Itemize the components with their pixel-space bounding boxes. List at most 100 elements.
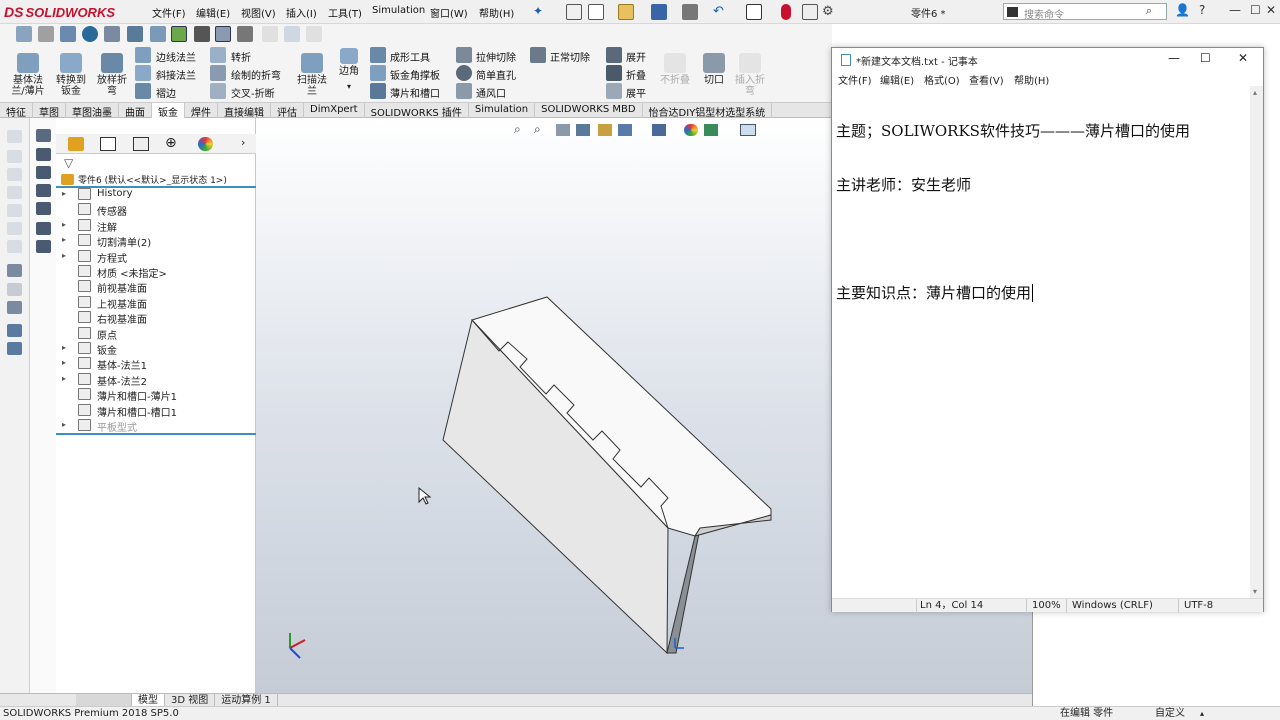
sketch-tool-icon[interactable] xyxy=(16,26,32,42)
user-icon[interactable]: 👤 xyxy=(1175,3,1190,17)
tool-icon-2[interactable] xyxy=(7,150,22,163)
tree-item[interactable]: ▸ 注解 xyxy=(56,218,256,234)
measure-icon[interactable] xyxy=(237,26,253,42)
menu-file[interactable]: 文件(F) xyxy=(152,5,186,20)
tree-item[interactable]: 传感器 xyxy=(56,202,256,218)
menu-edit[interactable]: 编辑(E) xyxy=(196,5,230,20)
close-button[interactable]: ✕ xyxy=(1266,3,1276,17)
tab-weldments[interactable]: 焊件 xyxy=(185,103,218,119)
tree-item[interactable]: 薄片和槽口-薄片1 xyxy=(56,387,256,403)
undo-icon[interactable]: ↶ xyxy=(713,4,729,20)
traffic-light-icon[interactable] xyxy=(781,4,791,20)
np-menu-format[interactable]: 格式(O) xyxy=(924,72,960,87)
expand-arrow-icon[interactable]: ▸ xyxy=(62,220,66,229)
tool2-icon-3[interactable] xyxy=(36,166,51,179)
tab-sketch-ink[interactable]: 草图油墨 xyxy=(66,103,119,119)
tab-surfaces[interactable]: 曲面 xyxy=(119,103,152,119)
tool2-icon-5[interactable] xyxy=(36,202,51,215)
tab-yihe-plugin[interactable]: 怡合达DIY铝型材选型系统 xyxy=(643,103,773,119)
tool-icon-9[interactable] xyxy=(7,283,22,296)
tab-addins[interactable]: SOLIDWORKS 插件 xyxy=(365,103,469,119)
np-menu-view[interactable]: 查看(V) xyxy=(969,72,1004,87)
notepad-maximize-button[interactable]: ☐ xyxy=(1200,51,1211,65)
sheet-metal-active-icon[interactable] xyxy=(171,26,187,42)
expand-arrow-icon[interactable]: ▸ xyxy=(62,420,66,429)
tool-icon-4[interactable] xyxy=(7,186,22,199)
tab-features[interactable]: 特征 xyxy=(0,103,33,119)
file-properties-icon[interactable] xyxy=(802,4,818,20)
property-manager-icon[interactable] xyxy=(100,137,116,151)
status-chevron-icon[interactable]: ▴ xyxy=(1200,707,1204,720)
tree-item[interactable]: 原点 xyxy=(56,326,256,342)
view-icon[interactable] xyxy=(150,26,166,42)
expand-arrow-icon[interactable]: ▸ xyxy=(62,235,66,244)
config-manager-icon[interactable] xyxy=(133,137,149,151)
pin-icon[interactable]: ✦ xyxy=(533,4,543,18)
tree-item[interactable]: 材质 <未指定> xyxy=(56,264,256,280)
expand-arrow-icon[interactable]: ▸ xyxy=(62,189,66,198)
lofted-bend-button[interactable]: 放样折 弯 xyxy=(92,53,132,97)
tab-sketch[interactable]: 草图 xyxy=(33,103,66,119)
notepad-scrollbar[interactable]: ▴ ▾ xyxy=(1250,86,1263,598)
tool2-icon-6[interactable] xyxy=(36,222,51,235)
expand-arrow-icon[interactable]: ▸ xyxy=(62,251,66,260)
tree-item[interactable]: ▸ 基体-法兰1 xyxy=(56,356,256,372)
expand-arrow-icon[interactable]: ▸ xyxy=(62,374,66,383)
tool-icon-1[interactable] xyxy=(7,130,22,143)
feature-tree-icon[interactable] xyxy=(68,137,84,151)
corners-dropdown-icon[interactable]: ▾ xyxy=(336,81,362,92)
tree-item[interactable]: 前视基准面 xyxy=(56,279,256,295)
feature-icon[interactable] xyxy=(104,26,120,42)
tab-dimxpert[interactable]: DimXpert xyxy=(304,103,365,118)
tool-icon-7[interactable] xyxy=(7,240,22,253)
tree-item[interactable]: ▸ 切割清单(2) xyxy=(56,233,256,249)
menu-help[interactable]: 帮助(H) xyxy=(479,5,514,20)
scroll-down-icon[interactable]: ▾ xyxy=(1253,587,1257,596)
home-icon[interactable] xyxy=(566,4,582,20)
solidworks-logo[interactable]: DS SOLIDWORKS xyxy=(4,3,115,21)
status-units-dropdown[interactable]: 自定义 xyxy=(1155,707,1185,720)
tree-item[interactable]: 上视基准面 xyxy=(56,295,256,311)
convert-to-sheet-metal-button[interactable]: 转换到 钣金 xyxy=(51,53,91,97)
tool-icon-6[interactable] xyxy=(7,222,22,235)
notepad-window[interactable]: *新建文本文档.txt - 记事本 — ☐ ✕ 文件(F) 编辑(E) 格式(O… xyxy=(831,47,1264,613)
menu-view[interactable]: 视图(V) xyxy=(241,5,276,20)
expand-arrow-icon[interactable]: ▸ xyxy=(62,343,66,352)
pin-tool-icon[interactable] xyxy=(194,26,210,42)
search-commands-input[interactable]: 搜索命令 ⌕ xyxy=(1003,3,1167,21)
tree-root[interactable]: 零件6 (默认<<默认>_显示状态 1>) xyxy=(56,171,256,188)
tool2-icon-2[interactable] xyxy=(36,148,51,161)
tab-mbd[interactable]: SOLIDWORKS MBD xyxy=(535,103,643,118)
tree-item[interactable]: ▸ 方程式 xyxy=(56,249,256,265)
base-flange-button[interactable]: 基体法 兰/薄片 xyxy=(6,53,50,97)
menu-tools[interactable]: 工具(T) xyxy=(328,5,362,20)
select-pointer-icon[interactable] xyxy=(746,4,762,20)
rebuild-icon[interactable] xyxy=(284,26,300,42)
tool-icon-3[interactable] xyxy=(7,168,22,181)
tool2-icon-4[interactable] xyxy=(36,184,51,197)
link-icon[interactable] xyxy=(127,26,143,42)
tab-sheet-metal[interactable]: 钣金 xyxy=(152,103,185,119)
tab-simulation[interactable]: Simulation xyxy=(469,103,536,118)
notepad-minimize-button[interactable]: — xyxy=(1168,51,1180,65)
tree-item[interactable]: ▸ 基体-法兰2 xyxy=(56,372,256,388)
tool2-icon-7[interactable] xyxy=(36,240,51,253)
swept-flange-button[interactable]: 扫描法 兰 xyxy=(294,53,330,97)
menu-window[interactable]: 窗口(W) xyxy=(430,5,468,20)
np-menu-help[interactable]: 帮助(H) xyxy=(1014,72,1049,87)
notepad-title-bar[interactable]: *新建文本文档.txt - 记事本 — ☐ ✕ xyxy=(832,48,1263,70)
notepad-text-area[interactable]: 主题；SOLIWORKS软件技巧———薄片槽口的使用 主讲老师：安生老师 主要知… xyxy=(836,86,1248,596)
np-menu-file[interactable]: 文件(F) xyxy=(838,72,872,87)
grid-icon[interactable] xyxy=(60,26,76,42)
help-button[interactable]: ? xyxy=(1199,3,1205,17)
save-icon[interactable] xyxy=(651,4,667,20)
tree-item[interactable]: 薄片和槽口-槽口1 xyxy=(56,403,256,419)
scroll-up-icon[interactable]: ▴ xyxy=(1253,88,1257,97)
tool-icon-10[interactable] xyxy=(7,301,22,314)
tool-icon-8[interactable] xyxy=(7,264,22,277)
display-manager-icon[interactable] xyxy=(198,137,213,151)
corners-button[interactable]: 边角 ▾ xyxy=(336,48,362,92)
minimize-button[interactable]: — xyxy=(1229,3,1241,17)
np-menu-edit[interactable]: 编辑(E) xyxy=(880,72,914,87)
chevron-right-icon[interactable]: › xyxy=(241,136,245,149)
